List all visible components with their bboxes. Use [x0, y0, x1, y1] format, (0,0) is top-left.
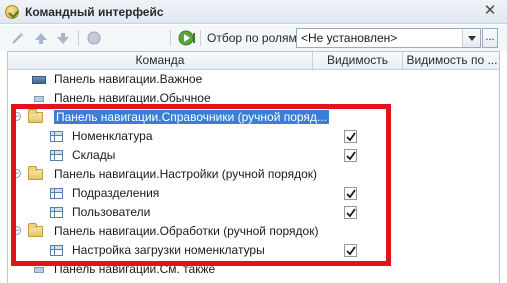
toolbar-separator — [78, 30, 79, 46]
row-label: Панель навигации.Важное — [54, 72, 203, 86]
row-label: Панель навигации.Обычное — [54, 91, 211, 105]
wand-icon — [12, 32, 24, 44]
nav-panel-light-icon — [34, 267, 44, 273]
row-label-cell: Панель навигации.Обычное — [54, 91, 211, 105]
role-filter-value: <Не установлен> — [301, 31, 398, 45]
circle-icon — [87, 31, 101, 45]
run-button[interactable] — [178, 30, 195, 46]
column-header-visibility[interactable]: Видимость — [313, 52, 403, 70]
highlight-frame — [11, 104, 391, 266]
column-header-command[interactable]: Команда — [8, 52, 313, 70]
role-filter-select[interactable]: <Не установлен> — [296, 28, 481, 48]
arrow-down-icon — [57, 33, 69, 44]
column-header-visibility-by[interactable]: Видимость по ... — [403, 52, 499, 70]
toolbar-separator — [200, 30, 201, 46]
table-row[interactable]: Панель навигации.Важное — [8, 70, 499, 89]
select-role-button[interactable]: ... — [482, 28, 498, 48]
chevron-down-icon[interactable] — [462, 29, 480, 47]
window-title: Командный интерфейс — [25, 5, 164, 19]
table-header: Команда Видимость Видимость по ... — [8, 52, 499, 70]
row-label-cell: Панель навигации.Важное — [54, 72, 202, 86]
restore-button[interactable] — [86, 30, 102, 46]
nav-panel-icon — [32, 76, 46, 84]
app-icon — [5, 5, 19, 19]
close-button[interactable]: ✕ — [481, 2, 499, 20]
toolbar-separator — [170, 30, 171, 46]
move-up-button[interactable] — [33, 30, 49, 46]
move-down-button[interactable] — [55, 30, 71, 46]
role-filter-label: Отбор по ролям: — [207, 31, 301, 45]
nav-panel-light-icon — [34, 96, 44, 102]
play-icon — [178, 30, 195, 46]
edit-wand-button[interactable] — [10, 30, 26, 46]
arrow-up-icon — [35, 33, 47, 44]
toolbar: Отбор по ролям: <Не установлен> ... — [0, 25, 507, 51]
title-bar: Командный интерфейс ✕ — [0, 0, 507, 24]
